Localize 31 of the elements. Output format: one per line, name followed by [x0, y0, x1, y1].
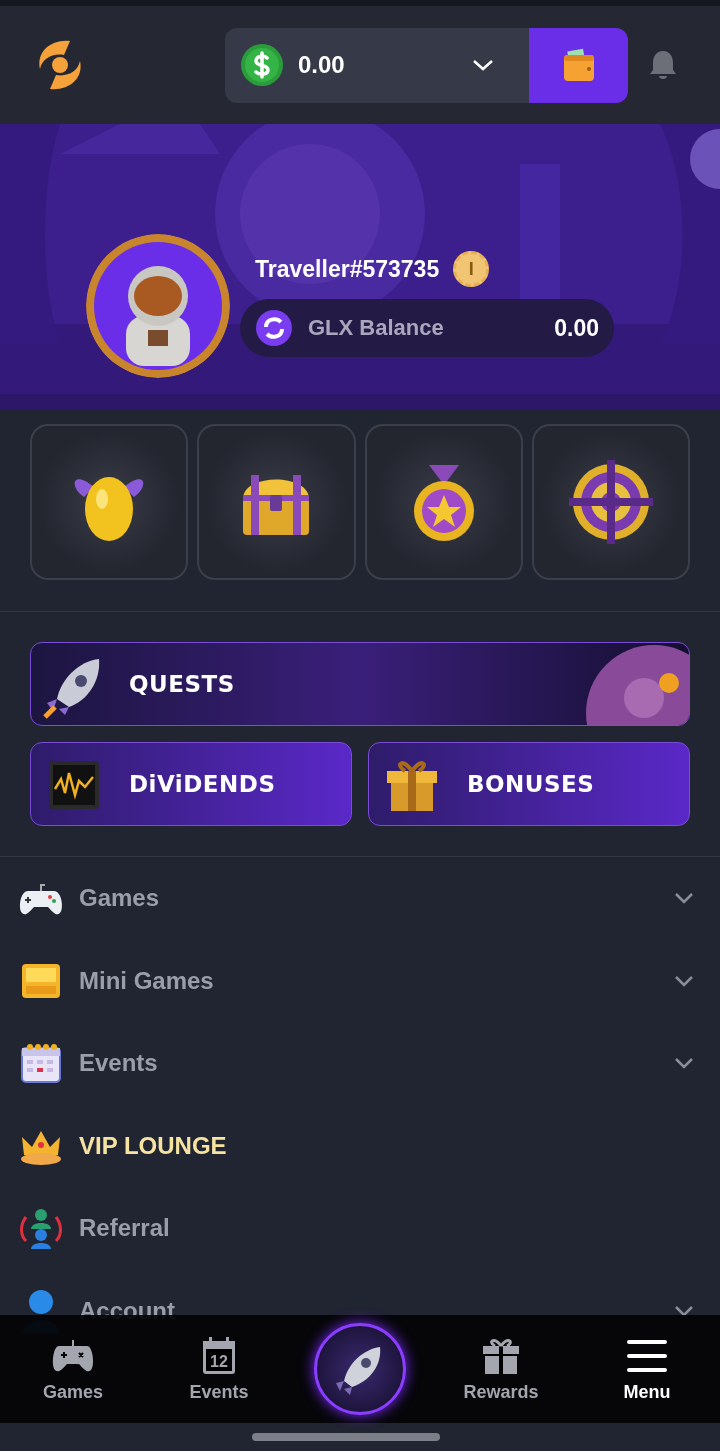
banner-title: DiViDENDS — [129, 771, 276, 797]
username: Traveller#573735 — [255, 255, 440, 283]
banner-title: BONUSES — [467, 771, 595, 797]
nav-tab[interactable]: Rewards — [428, 1335, 574, 1403]
nav-tab[interactable]: Menu — [574, 1335, 720, 1403]
menu-item[interactable]: Referral — [0, 1187, 720, 1270]
glx-balance-label: GLX Balance — [308, 315, 445, 341]
balance-amount: 0.00 — [298, 51, 346, 79]
notification-bell-icon[interactable] — [648, 49, 678, 81]
balance-selector[interactable]: 0.00 — [225, 27, 628, 103]
menu-item[interactable]: VIP LOUNGE — [0, 1104, 720, 1187]
nav-tab[interactable]: Games — [0, 1335, 146, 1403]
reward-tile[interactable] — [364, 424, 523, 580]
avatar[interactable] — [86, 234, 230, 378]
promo-banner[interactable]: QUESTS — [30, 642, 690, 726]
reward-tile[interactable] — [531, 424, 690, 580]
chevron-down-icon — [472, 58, 494, 72]
dollar-coin-icon — [240, 43, 284, 87]
glx-token-icon — [256, 310, 292, 346]
reward-tile[interactable] — [197, 424, 356, 580]
rocket-button[interactable] — [314, 1323, 406, 1415]
reward-tile[interactable] — [30, 424, 189, 580]
menu-item[interactable]: Games — [0, 857, 720, 940]
menu-item[interactable]: Events — [0, 1022, 720, 1105]
menu-item[interactable]: Mini Games — [0, 939, 720, 1022]
promo-banner[interactable]: BONUSES — [368, 742, 690, 826]
glx-balance-value: 0.00 — [554, 314, 599, 342]
wallet-button[interactable] — [529, 27, 628, 103]
banner-title: QUESTS — [129, 671, 235, 697]
nav-tab[interactable]: 12 Events — [146, 1335, 292, 1403]
promo-banner[interactable]: DiViDENDS — [30, 742, 352, 826]
